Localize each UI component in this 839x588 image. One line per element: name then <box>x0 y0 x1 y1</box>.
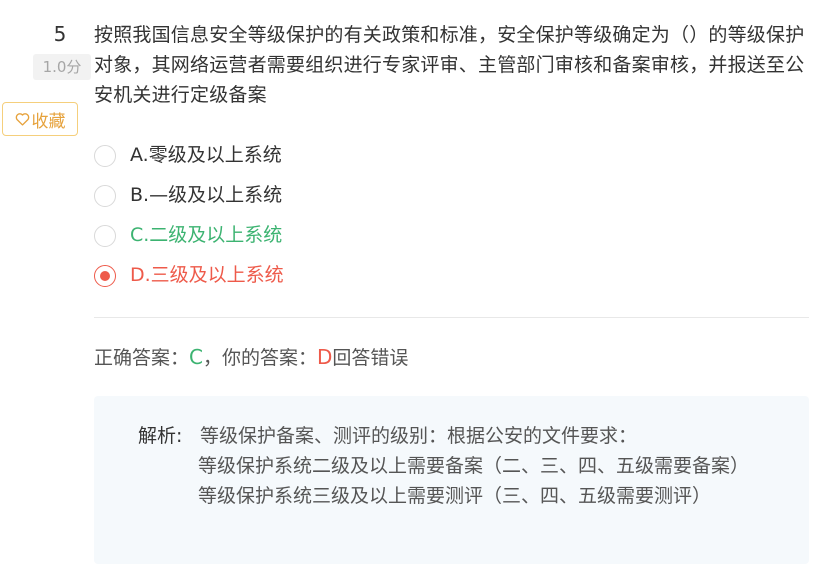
option-d[interactable]: D.三级及以上系统 <box>94 253 284 293</box>
favorite-button[interactable]: 收藏 <box>2 102 78 136</box>
question-text: 按照我国信息安全等级保护的有关政策和标准，安全保护等级确定为（）的等级保护对象，… <box>94 24 805 106</box>
favorite-label: 收藏 <box>31 111 66 132</box>
your-answer-label: 你的答案： <box>222 347 318 369</box>
option-a[interactable]: A.零级及以上系统 <box>94 133 284 173</box>
analysis-body: 等级保护系统二级及以上需要备案（二、三、四、五级需要备案） 等级保护系统三级及以… <box>198 455 750 507</box>
analysis-panel: 解析: 等级保护备案、测评的级别：根据公安的文件要求： 等级保护系统二级及以上需… <box>94 396 809 564</box>
correct-answer-value: C <box>189 345 203 369</box>
question-number: 5 <box>53 22 67 46</box>
option-c[interactable]: C.二级及以上系统 <box>94 213 284 253</box>
divider <box>94 317 809 318</box>
analysis-intro: 等级保护备案、测评的级别：根据公安的文件要求： <box>200 425 638 447</box>
analysis-label: 解析: <box>138 425 183 447</box>
answer-summary: 正确答案： C ， 你的答案： D 回答错误 <box>94 343 408 370</box>
answer-separator: ， <box>202 347 222 369</box>
option-label: C.二级及以上系统 <box>130 223 283 246</box>
answer-status: 回答错误 <box>332 347 409 369</box>
radio-button[interactable] <box>94 145 116 167</box>
radio-button-selected[interactable] <box>94 265 116 287</box>
question-score: 1.0分 <box>33 54 91 80</box>
option-label: A.零级及以上系统 <box>130 143 282 166</box>
radio-dot <box>100 271 110 281</box>
your-answer-value: D <box>317 345 333 369</box>
option-label: B.—级及以上系统 <box>130 183 283 206</box>
correct-answer-label: 正确答案： <box>94 347 190 369</box>
option-b[interactable]: B.—级及以上系统 <box>94 173 284 213</box>
heart-outline-icon <box>15 112 30 126</box>
option-list: A.零级及以上系统 B.—级及以上系统 C.二级及以上系统 D.三级及以上系统 <box>94 133 284 293</box>
radio-button[interactable] <box>94 225 116 247</box>
option-label: D.三级及以上系统 <box>130 263 284 286</box>
radio-button[interactable] <box>94 185 116 207</box>
